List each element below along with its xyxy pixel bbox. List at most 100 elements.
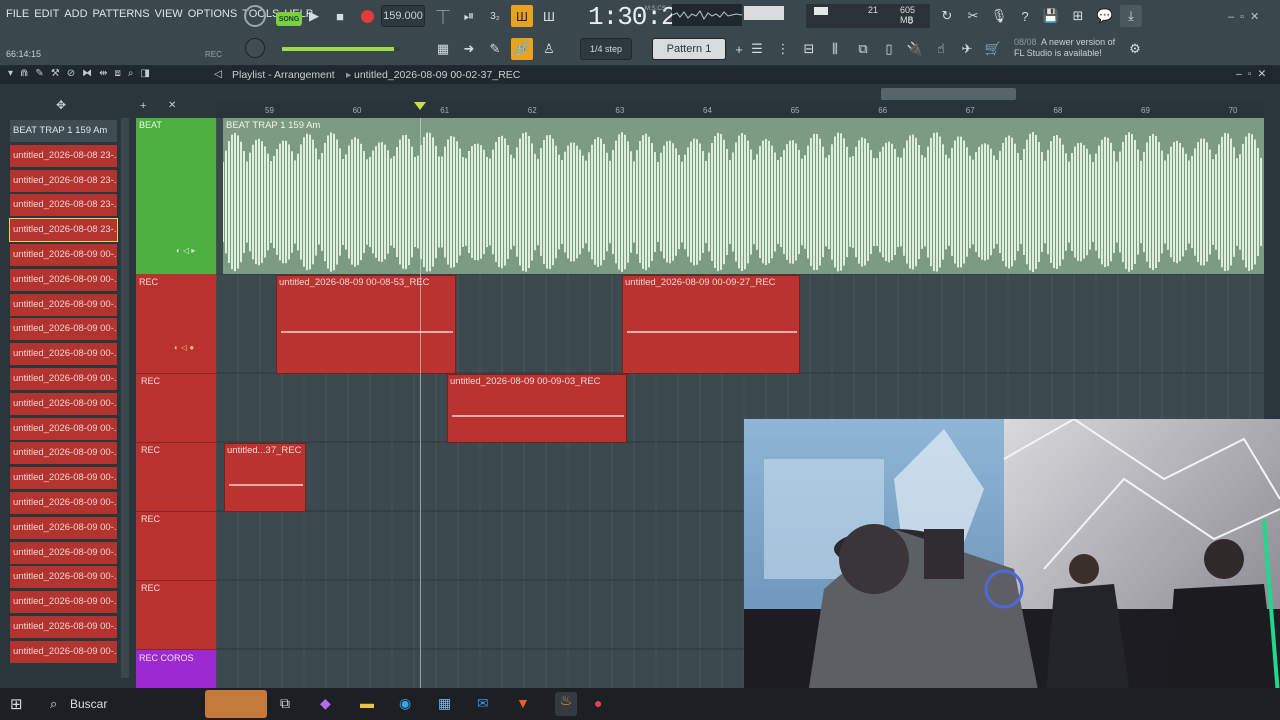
stamp-icon[interactable]: ♙: [538, 38, 560, 60]
pattern-list-scrollbar[interactable]: [121, 118, 129, 678]
horizontal-scrollbar[interactable]: [881, 88, 1016, 100]
pattern-item[interactable]: untitled_2026-08-08 23-...: [10, 169, 117, 192]
playhead-marker[interactable]: [414, 102, 426, 110]
pattern-item[interactable]: BEAT TRAP 1 159 Am: [10, 120, 117, 142]
file-explorer-icon[interactable]: ▬: [360, 695, 374, 711]
save-icon[interactable]: 💾: [1040, 5, 1062, 27]
countdown-icon[interactable]: 3₂: [484, 5, 506, 27]
pattern-item[interactable]: untitled_2026-08-09 00-...: [10, 541, 117, 564]
plug-icon[interactable]: 🔌: [904, 38, 926, 60]
obs-icon[interactable]: ●: [594, 695, 602, 711]
rec-clip-4[interactable]: untitled...37_REC: [224, 443, 306, 512]
pattern-item[interactable]: untitled_2026-08-09 00-...: [10, 492, 117, 514]
step-edit-icon[interactable]: Ш: [511, 5, 533, 27]
playlist-view-icon[interactable]: ☰: [746, 38, 768, 60]
track-header-rec-1[interactable]: REC ◐ ◁ ●: [136, 275, 224, 374]
faders-icon[interactable]: ⫼: [824, 38, 846, 60]
pattern-item[interactable]: untitled_2026-08-09 00-...: [10, 442, 117, 465]
track-header-rec-coros[interactable]: REC COROS: [136, 650, 216, 688]
scripts-icon[interactable]: ✈: [956, 38, 978, 60]
pattern-item[interactable]: untitled_2026-08-09 00-...: [10, 268, 117, 291]
record-icon[interactable]: [356, 5, 378, 27]
move-icon[interactable]: ✥: [56, 98, 66, 112]
track-header-rec-2[interactable]: REC: [136, 374, 216, 443]
master-volume-slider[interactable]: [282, 47, 400, 51]
pattern-item[interactable]: untitled_2026-08-09 00-...: [10, 616, 117, 638]
outlook-icon[interactable]: ✉: [477, 695, 489, 712]
add-track-icon[interactable]: +: [140, 100, 146, 112]
windows-start-icon[interactable]: ⊞: [10, 695, 23, 713]
store-icon[interactable]: 🛒: [982, 38, 1004, 60]
pattern-item[interactable]: untitled_2026-08-09 00-...: [10, 566, 117, 589]
menu-add[interactable]: ADD: [64, 8, 87, 20]
track-header-beat[interactable]: BEAT ◐ ◁ ▸: [136, 118, 216, 274]
track-header-rec-5[interactable]: REC: [136, 581, 216, 650]
metronome-icon[interactable]: ⏉: [432, 5, 454, 27]
pattern-item[interactable]: untitled_2026-08-09 00-...: [10, 368, 117, 390]
pattern-item[interactable]: untitled_2026-08-09 00-...: [10, 591, 117, 614]
pattern-item[interactable]: untitled_2026-08-09 00-...: [10, 343, 117, 366]
rec-clip-2[interactable]: untitled_2026-08-09 00-09-27_REC: [622, 275, 800, 374]
search-icon[interactable]: ⌕: [50, 696, 57, 712]
plugin-picker-icon[interactable]: ▯: [878, 38, 900, 60]
pattern-item[interactable]: untitled_2026-08-09 00-...: [10, 392, 117, 415]
beat-audio-clip[interactable]: BEAT TRAP 1 159 Am: [223, 118, 1264, 274]
track-header-rec-4[interactable]: REC: [136, 512, 216, 581]
weather-widget-icon[interactable]: [205, 690, 267, 718]
settings-icon[interactable]: ⚙: [1124, 38, 1146, 60]
link-icon[interactable]: 🔗: [511, 38, 533, 60]
task-view-icon[interactable]: ⧉: [280, 695, 290, 712]
speaker-icon[interactable]: ◁: [214, 68, 222, 80]
play-icon[interactable]: ▶: [303, 5, 325, 27]
menu-options[interactable]: OPTIONS: [188, 8, 238, 20]
playlist-tool-icons[interactable]: ▾⋒✎⚒⊘⧓⇹⧈⌕◨: [8, 68, 157, 79]
mixer-view-icon[interactable]: ⊟: [798, 38, 820, 60]
snap-select[interactable]: 1/4 step: [580, 38, 632, 60]
touch-controller-icon[interactable]: ☝: [930, 38, 952, 60]
channel-rack-icon[interactable]: ⋮: [772, 38, 794, 60]
pattern-select[interactable]: Pattern 1: [652, 38, 726, 60]
arrow-icon[interactable]: ➜: [458, 38, 480, 60]
pattern-item[interactable]: untitled_2026-08-09 00-...: [10, 417, 117, 440]
microphone-icon[interactable]: 🎙: [988, 5, 1010, 27]
main-pitch-knob[interactable]: [245, 38, 265, 58]
window-controls[interactable]: ‒▫✕: [1228, 10, 1265, 23]
rec-clip-3[interactable]: untitled_2026-08-09 00-09-03_REC: [447, 374, 627, 443]
pattern-item[interactable]: untitled_2026-08-09 00-...: [10, 516, 117, 539]
menu-patterns[interactable]: PATTERNS: [93, 8, 150, 20]
mixer-icon[interactable]: ⊞: [1067, 5, 1089, 27]
timeline-ruler[interactable]: 59 60 61 62 63 64 65 66 67 68 69 70: [216, 88, 1264, 118]
track-controls-icon[interactable]: ◐ ◁ ▸: [176, 246, 195, 255]
browser-icon[interactable]: ⧉: [852, 38, 874, 60]
song-mode-badge[interactable]: SONG: [276, 12, 302, 26]
pattern-song-toggle-icon[interactable]: [244, 5, 266, 27]
copilot-icon[interactable]: ◆: [320, 695, 331, 712]
brave-icon[interactable]: ▼: [516, 695, 530, 711]
store-app-icon[interactable]: ▦: [438, 695, 451, 712]
stop-icon[interactable]: ■: [329, 5, 351, 27]
taskbar-search-box[interactable]: Buscar: [70, 697, 107, 711]
tempo-display[interactable]: 159.000: [381, 5, 425, 27]
undo-history-icon[interactable]: ↻: [936, 5, 958, 27]
help-icon[interactable]: ?: [1014, 5, 1036, 27]
news-panel[interactable]: 08/08 A newer version of FL Studio is av…: [1014, 37, 1115, 59]
wait-input-icon[interactable]: ⏯: [458, 5, 480, 27]
chat-icon[interactable]: 💬: [1094, 5, 1116, 27]
menu-file[interactable]: FILE: [6, 8, 29, 20]
pattern-item[interactable]: untitled_2026-08-08 23-...: [10, 144, 117, 167]
pattern-item[interactable]: untitled_2026-08-09 00-...: [10, 244, 117, 266]
download-icon[interactable]: ⤓: [1120, 5, 1142, 27]
pattern-item[interactable]: untitled_2026-08-08 23-...: [9, 218, 118, 243]
fl-studio-taskbar-icon[interactable]: ♨: [555, 692, 577, 716]
close-snap-icon[interactable]: ✕: [168, 100, 176, 111]
pattern-item[interactable]: untitled_2026-08-09 00-...: [10, 640, 117, 663]
loop-record-icon[interactable]: Ш: [538, 5, 560, 27]
menu-edit[interactable]: EDIT: [34, 8, 59, 20]
pattern-item[interactable]: untitled_2026-08-09 00-...: [10, 318, 117, 341]
piano-roll-icon[interactable]: ▦: [432, 38, 454, 60]
track-header-rec-3[interactable]: REC: [136, 443, 216, 512]
pattern-item[interactable]: untitled_2026-08-08 23-...: [10, 194, 117, 217]
edge-icon[interactable]: ◉: [399, 695, 411, 712]
rec-clip-1[interactable]: untitled_2026-08-09 00-08-53_REC: [276, 275, 456, 374]
playlist-window-controls[interactable]: ‒▫✕: [1236, 68, 1272, 80]
